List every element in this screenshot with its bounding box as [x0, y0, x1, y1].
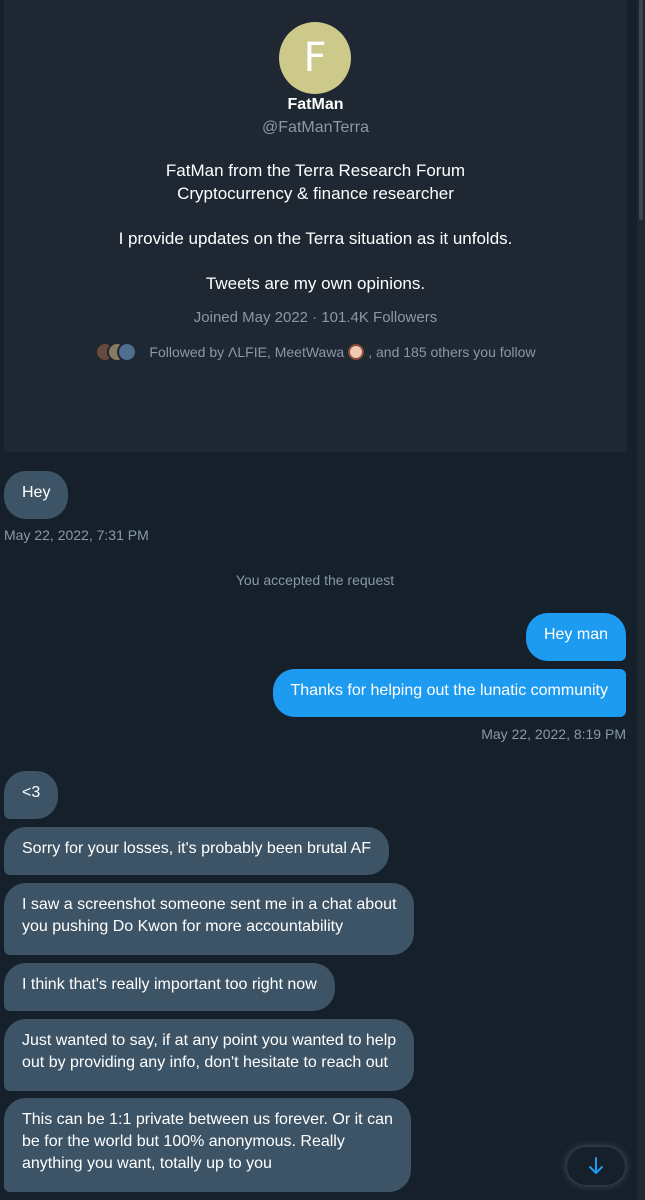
follower-avatar: [117, 342, 138, 362]
message-line: be for the world but 100% anonymous. Rea…: [22, 1133, 345, 1150]
scroll-to-bottom-button[interactable]: [566, 1146, 626, 1186]
message-bubble-incoming[interactable]: This can be 1:1 private between us forev…: [4, 1098, 411, 1192]
arrow-down-icon: [589, 1157, 603, 1174]
scrollbar-thumb[interactable]: [639, 0, 643, 220]
system-message: You accepted the request: [235, 572, 395, 588]
bio-line: FatMan from the Terra Research Forum: [165, 161, 466, 180]
message-text: I think that's really important too righ…: [22, 976, 317, 993]
message-bubble-incoming[interactable]: I think that's really important too righ…: [4, 963, 335, 1011]
followed-by[interactable]: Followed by ΛLFIE, MeetWawa , and 185 ot…: [4, 342, 627, 362]
message-timestamp: May 22, 2022, 7:31 PM: [4, 527, 149, 543]
bio-line: I provide updates on the Terra situation…: [118, 229, 513, 248]
bio-line: Tweets are my own opinions.: [205, 274, 426, 293]
follower-avatars: [95, 342, 139, 362]
avatar-letter: F: [303, 35, 327, 81]
followed-by-suffix: , and 185 others you follow: [368, 344, 536, 360]
bio-line: Cryptocurrency & finance researcher: [177, 184, 454, 203]
followed-by-text: Followed by ΛLFIE, MeetWawa: [149, 344, 345, 360]
profile-meta: Joined May 2022 · 101.4K Followers: [193, 309, 438, 326]
message-bubble-incoming[interactable]: <3: [4, 771, 59, 819]
message-line: Just wanted to say, if at any point you …: [22, 1032, 397, 1049]
profile-name[interactable]: FatMan: [4, 96, 627, 114]
message-bubble-incoming[interactable]: Just wanted to say, if at any point you …: [4, 1019, 415, 1091]
message-text: Hey: [22, 484, 51, 501]
message-text: Hey man: [543, 626, 608, 643]
face-emoji-icon: [348, 344, 365, 360]
profile-card[interactable]: F FatMan @FatManTerra FatMan from the Te…: [4, 0, 627, 452]
message-bubble-outgoing[interactable]: Thanks for helping out the lunatic commu…: [272, 669, 626, 717]
message-bubble-outgoing[interactable]: Hey man: [525, 613, 626, 661]
message-text: <3: [22, 784, 41, 801]
message-line: out by providing any info, don't hesitat…: [22, 1054, 388, 1071]
message-bubble-incoming[interactable]: Sorry for your losses, it's probably bee…: [4, 827, 389, 875]
message-text: Sorry for your losses, it's probably bee…: [22, 840, 371, 857]
message-text: Thanks for helping out the lunatic commu…: [290, 682, 609, 699]
message-timestamp: May 22, 2022, 8:19 PM: [481, 726, 626, 742]
profile-handle: @FatManTerra: [262, 119, 369, 136]
message-line: anything you want, totally up to you: [22, 1155, 272, 1172]
message-bubble-incoming[interactable]: Hey: [4, 471, 69, 519]
message-line: you pushing Do Kwon for more accountabil…: [22, 918, 344, 935]
message-line: I saw a screenshot someone sent me in a …: [22, 896, 397, 913]
profile-bio: FatMan from the Terra Research Forum Cry…: [4, 159, 627, 295]
message-bubble-incoming[interactable]: I saw a screenshot someone sent me in a …: [4, 883, 415, 955]
message-line: This can be 1:1 private between us forev…: [22, 1111, 393, 1128]
profile-avatar[interactable]: F: [279, 22, 351, 94]
